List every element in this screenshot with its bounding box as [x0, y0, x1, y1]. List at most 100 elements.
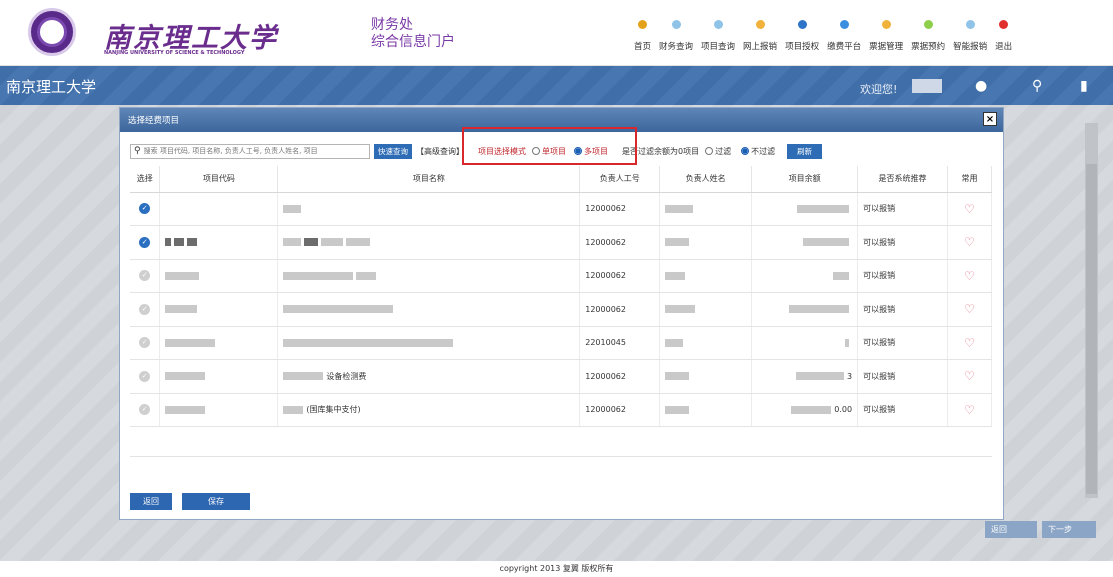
heart-icon[interactable]: ♡: [964, 235, 975, 249]
table-row[interactable]: ✓ 12000062 可以报销 ♡: [130, 225, 993, 260]
column-header[interactable]: 是否系统推荐: [857, 166, 948, 193]
nav-dot-icon: [999, 20, 1009, 29]
favorite-cell[interactable]: ♡: [947, 225, 993, 260]
recommend-cell: 可以报销: [857, 192, 948, 226]
heart-icon[interactable]: ♡: [964, 403, 975, 417]
nav-item[interactable]: 首页: [630, 16, 655, 56]
favorite-cell[interactable]: ♡: [947, 326, 993, 360]
logout-icon[interactable]: ▮: [1080, 78, 1088, 94]
column-header[interactable]: 选择: [130, 166, 161, 193]
redacted-value: [174, 238, 185, 247]
project-code-cell: [159, 292, 279, 327]
advanced-query-link[interactable]: 【高级查询】: [416, 146, 464, 157]
balance-cell: [751, 292, 859, 327]
quick-query-button[interactable]: 快速查询: [374, 143, 412, 159]
page-back-button[interactable]: 返回: [985, 521, 1037, 538]
table-row[interactable]: ✓ 12000062 可以报销 ♡: [130, 259, 993, 293]
nav-item[interactable]: 票据预约: [907, 16, 949, 56]
page-scrollbar-thumb[interactable]: [1086, 164, 1097, 494]
dialog-save-button[interactable]: 保存: [182, 493, 250, 510]
user-icon[interactable]: ●: [975, 78, 987, 94]
recommend-cell: 可以报销: [857, 225, 948, 260]
select-cell[interactable]: ✓: [130, 192, 161, 226]
top-header: 南京理工大学 NANJING UNIVERSITY OF SCIENCE & T…: [0, 0, 1113, 66]
filter-radio[interactable]: [705, 147, 714, 155]
favorite-cell[interactable]: ♡: [947, 359, 993, 394]
favorite-cell[interactable]: ♡: [947, 259, 993, 293]
search-box[interactable]: ⚲: [130, 143, 370, 159]
staff-no-cell: 12000062: [579, 192, 661, 226]
select-cell[interactable]: ✓: [130, 326, 161, 360]
select-project-dialog: 选择经费项目 × ⚲ 快速查询 【高级查询】 项目选择模式 单项目 多项目 是否…: [119, 107, 1004, 520]
check-icon[interactable]: ✓: [139, 404, 151, 416]
check-icon[interactable]: ✓: [139, 236, 151, 248]
search-input[interactable]: [143, 147, 364, 155]
heart-icon[interactable]: ♡: [964, 369, 975, 383]
table-header: 选择 项目代码 项目名称 负责人工号 负责人姓名 项目余额 是否系统推荐 常用: [130, 166, 993, 193]
staff-no-cell: 12000062: [579, 359, 661, 394]
recommend-cell: 可以报销: [857, 393, 948, 427]
nav-item[interactable]: 退出: [991, 16, 1016, 56]
select-cell[interactable]: ✓: [130, 292, 161, 327]
check-icon[interactable]: ✓: [139, 203, 151, 215]
column-header[interactable]: 负责人工号: [579, 166, 661, 193]
no-filter-radio[interactable]: [741, 147, 750, 155]
column-header[interactable]: 常用: [947, 166, 993, 193]
redacted-value: [665, 338, 684, 347]
table-row[interactable]: ✓ 12000062 可以报销 ♡: [130, 192, 993, 226]
redacted-value: [304, 238, 319, 247]
pin-icon[interactable]: ⚲: [1032, 78, 1042, 94]
column-header[interactable]: 项目名称: [277, 166, 581, 193]
refresh-button[interactable]: 刷新: [787, 143, 823, 159]
redacted-value: [665, 271, 686, 280]
select-cell[interactable]: ✓: [130, 393, 161, 427]
favorite-cell[interactable]: ♡: [947, 292, 993, 327]
redacted-value: [283, 305, 394, 314]
search-icon: ⚲: [134, 146, 141, 156]
check-icon[interactable]: ✓: [139, 370, 151, 382]
column-header[interactable]: 项目余额: [751, 166, 859, 193]
heart-icon[interactable]: ♡: [964, 336, 975, 350]
column-header[interactable]: 负责人姓名: [659, 166, 753, 193]
table-row[interactable]: ✓ 12000062 可以报销 ♡: [130, 292, 993, 327]
nav-item[interactable]: 网上报销: [739, 16, 781, 56]
heart-icon[interactable]: ♡: [964, 202, 975, 216]
table-row[interactable]: ✓ (国库集中支付) 12000062 0.00 可以报销 ♡: [130, 393, 993, 427]
nav-label: 项目授权: [785, 42, 820, 52]
redacted-value: [283, 338, 454, 347]
portal-title-line1: 财务处: [371, 17, 413, 33]
band-title: 南京理工大学: [6, 78, 97, 96]
project-name-text: (国库集中支付): [306, 405, 361, 415]
nav-item[interactable]: 缴费平台: [823, 16, 865, 56]
person-name-cell: [659, 292, 753, 327]
nav-item[interactable]: 财务查询: [655, 16, 697, 56]
favorite-cell[interactable]: ♡: [947, 393, 993, 427]
table-row[interactable]: ✓ 22010045 可以报销 ♡: [130, 326, 993, 360]
select-cell[interactable]: ✓: [130, 259, 161, 293]
nav-dot-icon: [923, 20, 933, 29]
close-icon[interactable]: ×: [983, 112, 997, 126]
favorite-cell[interactable]: ♡: [947, 192, 993, 226]
column-header[interactable]: 项目代码: [159, 166, 279, 193]
filter-no-label: 不过滤: [751, 146, 776, 156]
page-next-button[interactable]: 下一步: [1042, 521, 1096, 538]
select-cell[interactable]: ✓: [130, 225, 161, 260]
nav-label: 网上报销: [743, 42, 778, 52]
check-icon[interactable]: ✓: [139, 270, 151, 282]
nav-item[interactable]: 项目查询: [697, 16, 739, 56]
check-icon[interactable]: ✓: [139, 303, 151, 315]
main-nav: 首页 财务查询 项目查询 网上报销 项目授权 缴费平台 票据管理 票据预约 智能报销 退出: [630, 16, 1016, 56]
person-name-cell: [659, 192, 753, 226]
nav-item[interactable]: 智能报销: [949, 16, 991, 56]
select-cell[interactable]: ✓: [130, 359, 161, 394]
project-name-text: 设备检测费: [326, 371, 367, 381]
heart-icon[interactable]: ♡: [964, 302, 975, 316]
heart-icon[interactable]: ♡: [964, 269, 975, 283]
dialog-back-button[interactable]: 返回: [130, 493, 172, 510]
redacted-value: [791, 405, 832, 414]
check-icon[interactable]: ✓: [139, 337, 151, 349]
table-row[interactable]: ✓ 设备检测费 12000062 3 可以报销 ♡: [130, 359, 993, 394]
nav-item[interactable]: 票据管理: [865, 16, 907, 56]
nav-item[interactable]: 项目授权: [781, 16, 823, 56]
redacted-value: [665, 238, 690, 247]
